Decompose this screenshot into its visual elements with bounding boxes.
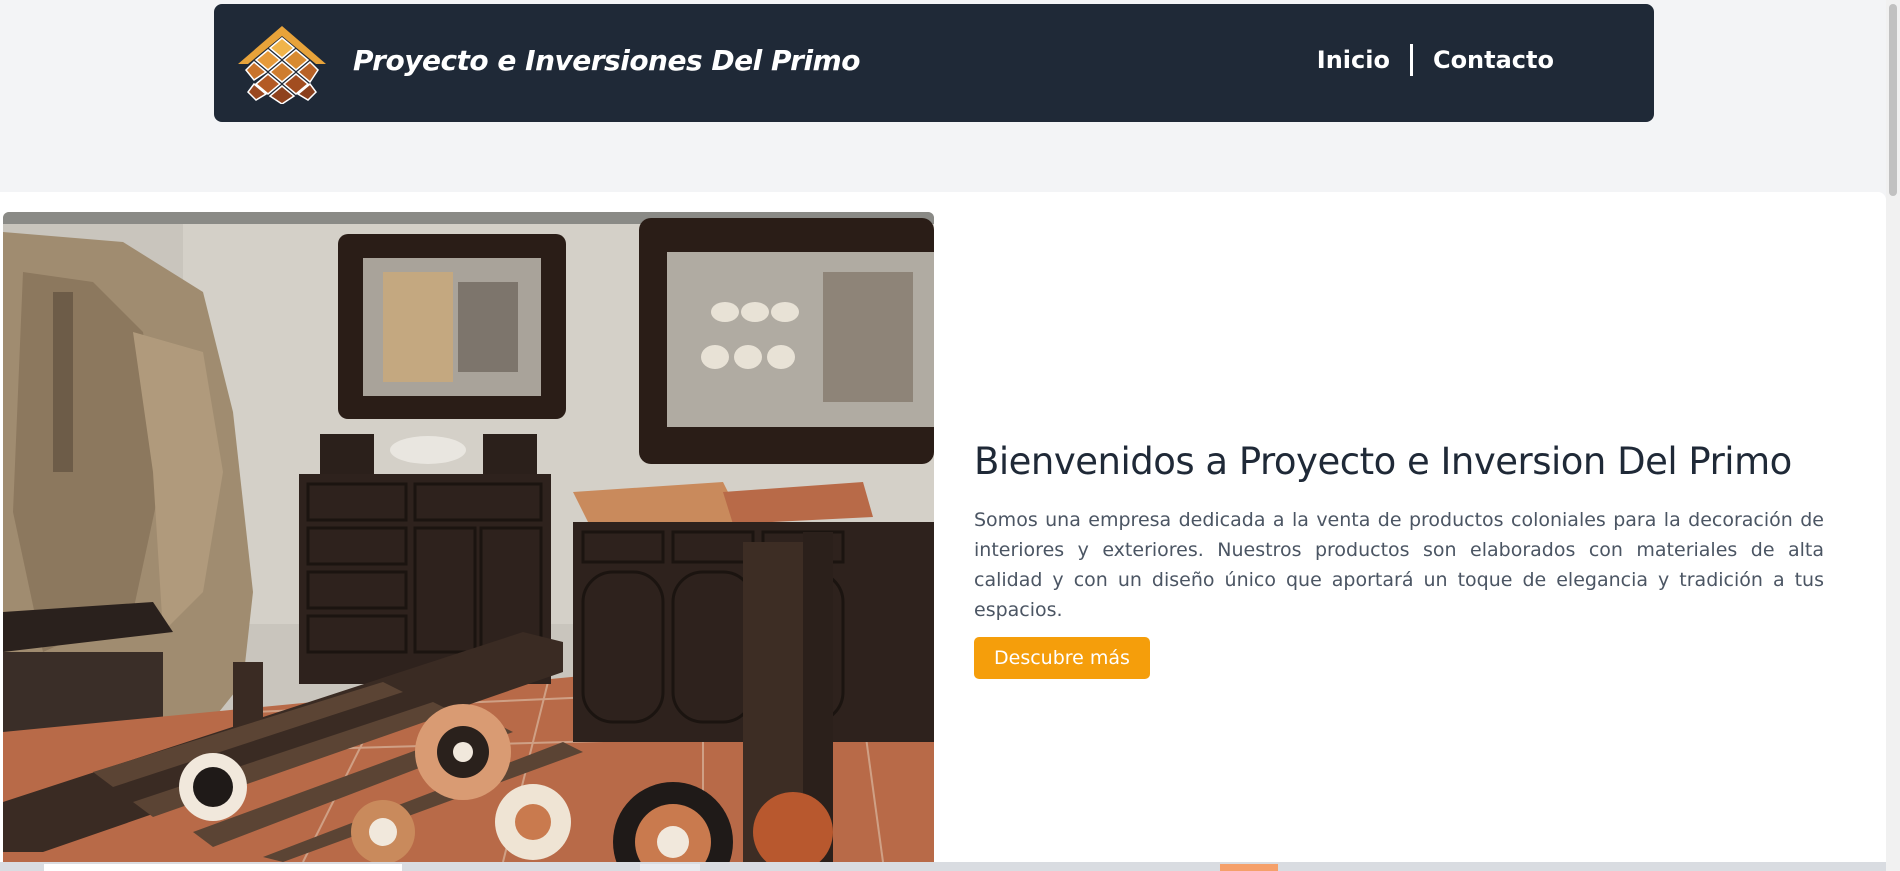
nav-link-contacto[interactable]: Contacto — [1433, 46, 1554, 74]
page-scrollbar[interactable] — [1886, 0, 1900, 871]
scroll-thumb[interactable] — [1889, 4, 1897, 196]
nav-link-inicio[interactable]: Inicio — [1317, 46, 1390, 74]
navbar: Proyecto e Inversiones Del Primo Inicio … — [214, 4, 1654, 122]
hero-content: Bienvenidos a Proyecto e Inversion Del P… — [974, 440, 1824, 679]
taskbar-tab[interactable] — [1220, 864, 1278, 871]
discover-more-button[interactable]: Descubre más — [974, 637, 1150, 679]
showroom-photo — [3, 212, 934, 862]
nav-separator — [1409, 44, 1413, 76]
tiled-house-logo-icon[interactable] — [234, 24, 330, 105]
hero-title: Bienvenidos a Proyecto e Inversion Del P… — [974, 440, 1792, 483]
main-nav: Inicio Contacto — [1317, 44, 1554, 76]
brand-title[interactable]: Proyecto e Inversiones Del Primo — [353, 44, 860, 77]
taskbar-tab[interactable] — [640, 864, 700, 871]
hero-section: Bienvenidos a Proyecto e Inversion Del P… — [0, 192, 1886, 862]
taskbar-strip — [0, 862, 1886, 871]
hero-description: Somos una empresa dedicada a la venta de… — [974, 509, 1824, 621]
taskbar-tab[interactable] — [44, 864, 402, 871]
